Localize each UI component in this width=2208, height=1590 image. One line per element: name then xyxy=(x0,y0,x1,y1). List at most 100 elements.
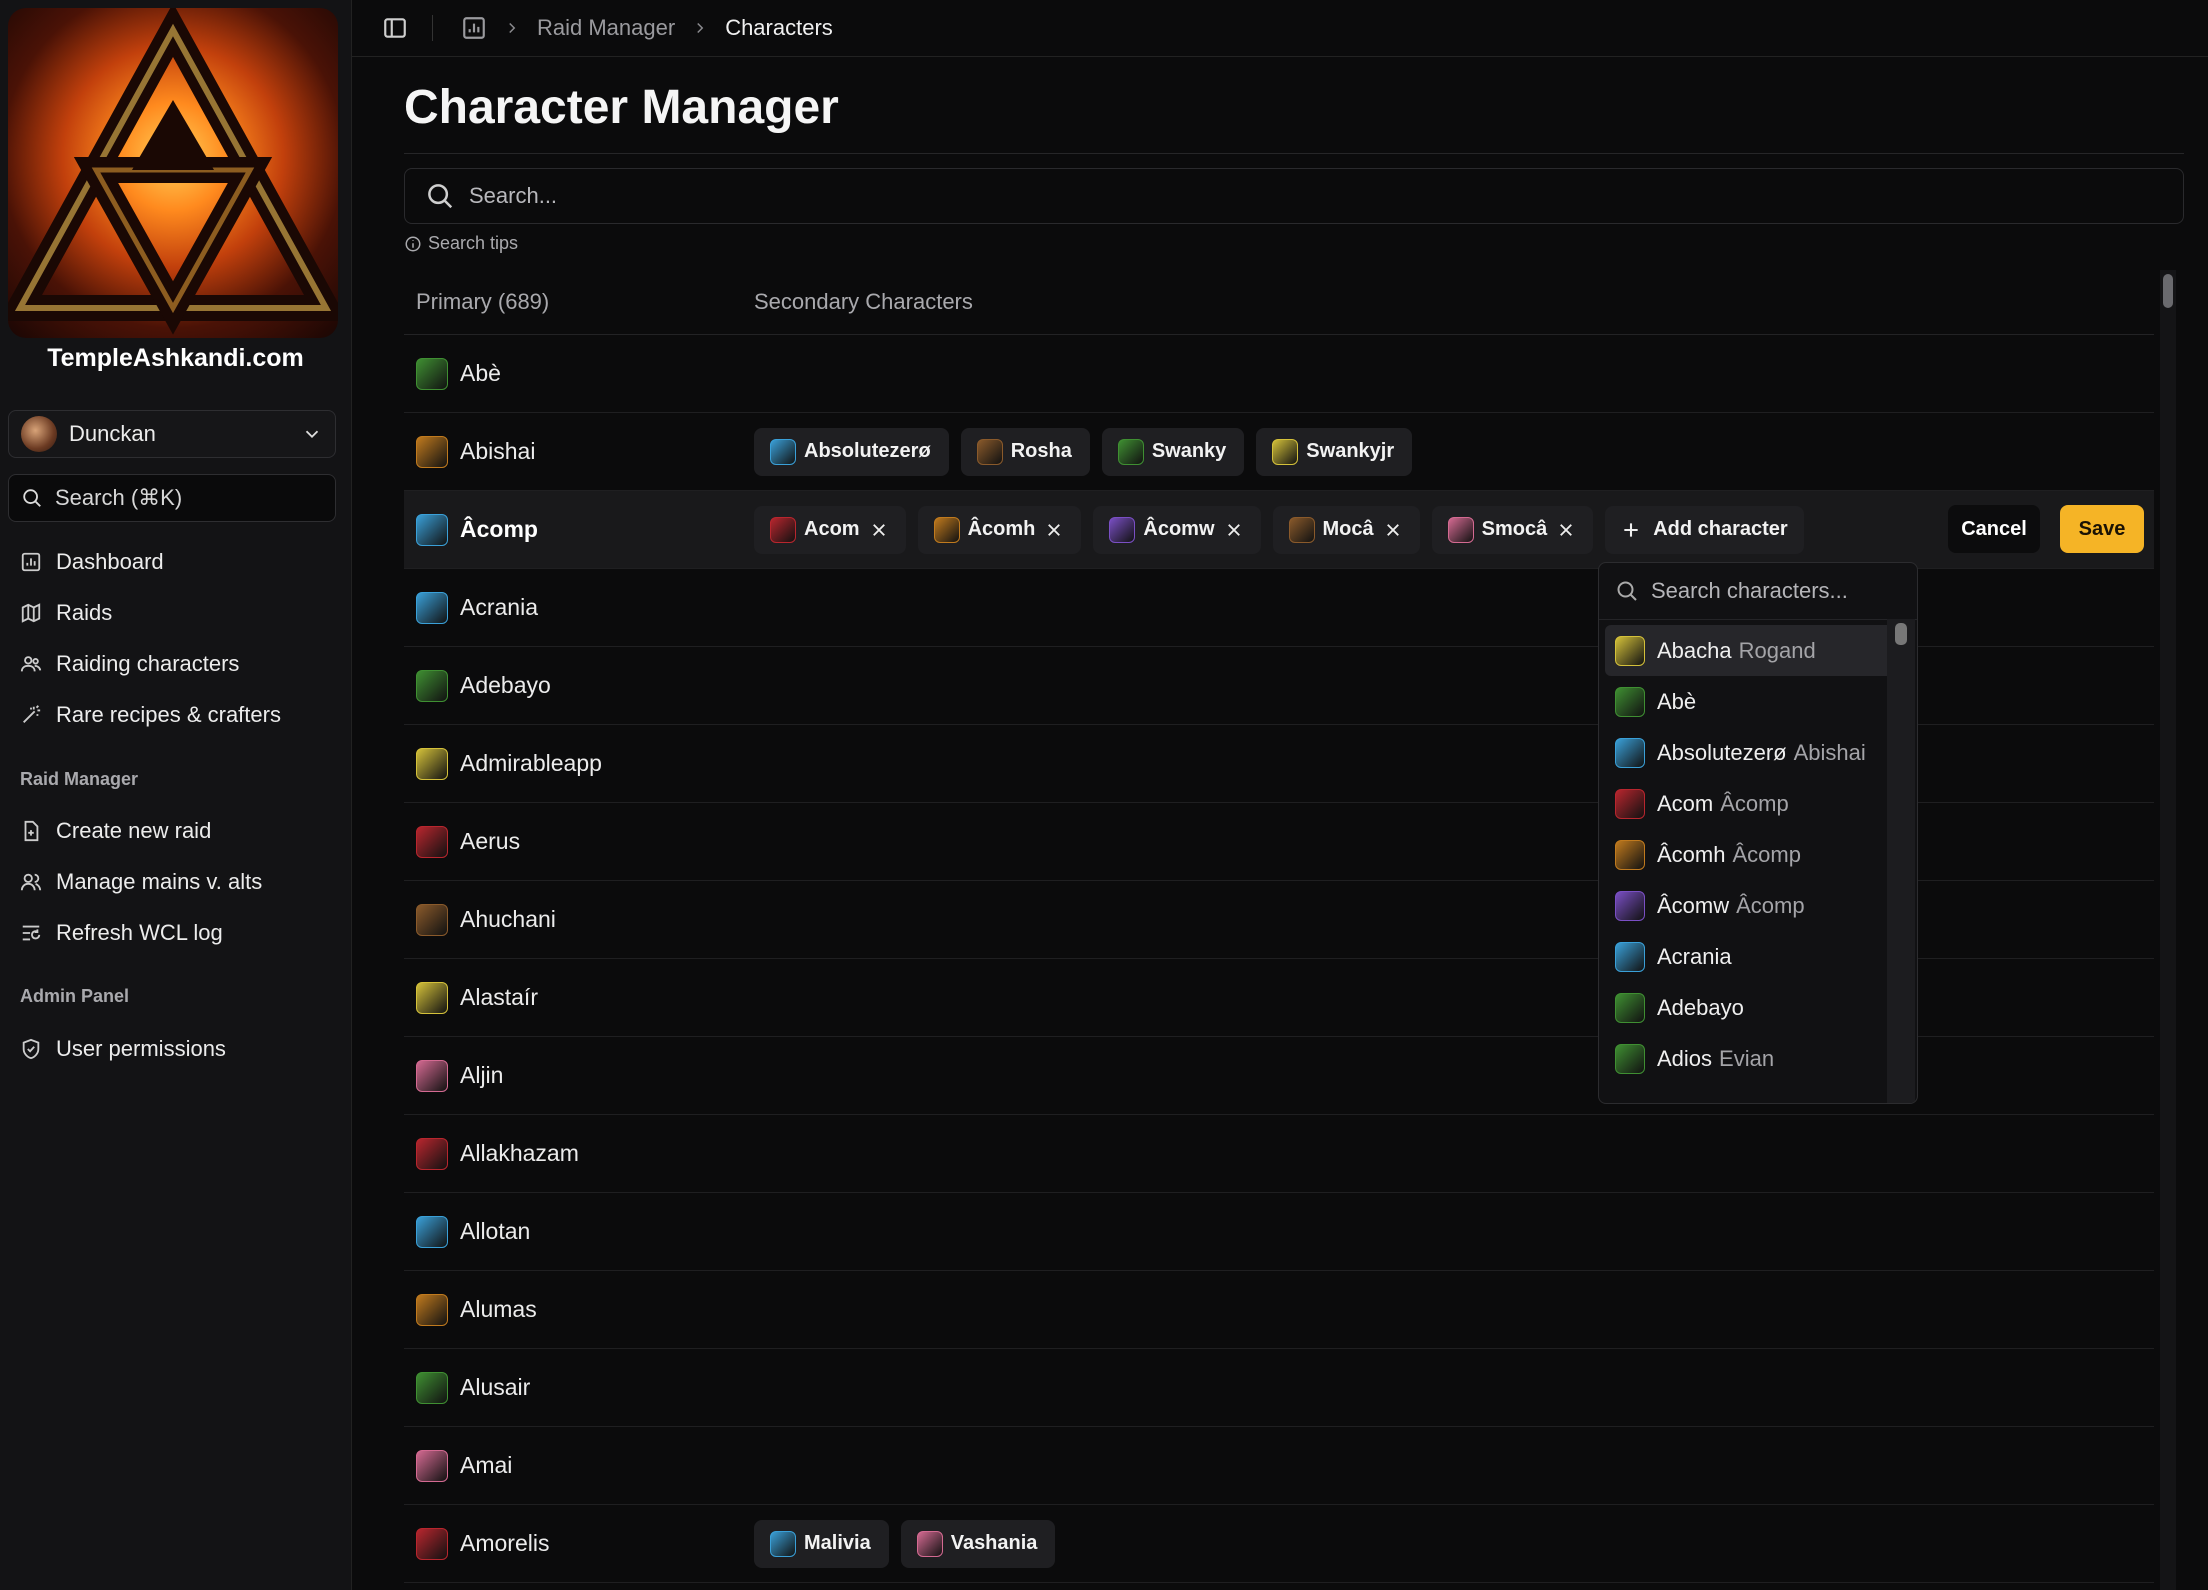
primary-name: Amai xyxy=(460,1452,513,1478)
close-icon[interactable] xyxy=(1045,521,1063,539)
search-tips-label: Search tips xyxy=(428,233,519,253)
deathknight-class-icon xyxy=(416,1137,448,1170)
search-icon xyxy=(23,489,41,507)
primary-name: Âcomp xyxy=(460,516,538,542)
sidebar-item-label: Raiding characters xyxy=(56,651,240,676)
scrollbar-thumb[interactable] xyxy=(2163,274,2173,308)
secondary-chip[interactable]: Swankyjr xyxy=(1256,427,1413,476)
sidebar-toggle-icon[interactable] xyxy=(382,15,408,41)
dropdown-option[interactable]: Absolutezerø Abishai xyxy=(1605,727,1893,778)
search-tips[interactable]: Search tips xyxy=(404,233,518,254)
dropdown-option[interactable]: Adios Evian xyxy=(1605,1033,1893,1084)
option-main-name: Âcomp xyxy=(1720,790,1789,816)
secondary-chip[interactable]: Âcomw xyxy=(1093,505,1261,554)
chip-label: Malivia xyxy=(804,1532,871,1554)
user-switcher[interactable]: Dunckan xyxy=(8,410,336,458)
option-name: Adios xyxy=(1657,1045,1713,1071)
avatar xyxy=(21,416,57,452)
save-button[interactable]: Save xyxy=(2060,505,2144,553)
scrollbar[interactable] xyxy=(2160,270,2176,1590)
sidebar: TempleAshkandi.com Dunckan Search (⌘K) D… xyxy=(0,0,352,1590)
chart-icon[interactable] xyxy=(461,15,487,41)
mage-class-icon xyxy=(1615,737,1645,768)
secondary-chip[interactable]: Acom xyxy=(754,505,906,554)
dropdown-option[interactable]: Acom Âcomp xyxy=(1605,778,1893,829)
sidebar-item-manage-mains[interactable]: Manage mains v. alts xyxy=(20,862,262,902)
secondary-chip[interactable]: Absolutezerø xyxy=(754,427,949,476)
secondary-cell: Absolutezerø Rosha Swanky Swankyjr xyxy=(754,427,1413,476)
dropdown-search-input[interactable]: Search characters... xyxy=(1599,563,1917,620)
sidebar-search[interactable]: Search (⌘K) xyxy=(8,474,336,522)
primary-header: Primary (689) xyxy=(416,289,550,314)
secondary-chip[interactable]: Malivia xyxy=(754,1519,889,1568)
dropdown-option[interactable]: Âcomh Âcomp xyxy=(1605,829,1893,880)
site-name: TempleAshkandi.com xyxy=(47,344,304,372)
sidebar-item-refresh-wcl[interactable]: Refresh WCL log xyxy=(20,913,223,953)
table-row[interactable]: Amai xyxy=(404,1427,2154,1505)
primary-name: Alumas xyxy=(460,1296,537,1322)
druid-class-icon xyxy=(416,1293,448,1326)
sidebar-item-create-raid[interactable]: Create new raid xyxy=(20,811,211,851)
option-name: Âcomw xyxy=(1657,892,1730,918)
secondary-chip[interactable]: Rosha xyxy=(960,427,1090,476)
chip-label: Acom xyxy=(804,518,860,540)
mage-class-icon xyxy=(416,513,448,546)
dropdown-scrollbar[interactable] xyxy=(1887,619,1915,1103)
secondary-chip[interactable]: Smocâ xyxy=(1431,505,1594,554)
table-row[interactable]: Amorelis Malivia Vashania xyxy=(404,1505,2154,1583)
warrior-class-icon xyxy=(416,903,448,936)
option-main-name: Âcomp xyxy=(1732,841,1801,867)
table-row[interactable]: Alusair xyxy=(404,1349,2154,1427)
sidebar-item-rare-recipes[interactable]: Rare recipes & crafters xyxy=(20,695,281,735)
warrior-class-icon xyxy=(1288,516,1315,543)
sidebar-item-label: Rare recipes & crafters xyxy=(56,702,281,727)
table-row[interactable]: Allotan xyxy=(404,1193,2154,1271)
user-name: Dunckan xyxy=(69,421,156,446)
table-row[interactable]: Abishai Absolutezerø Rosha Swanky Swankyjr xyxy=(404,413,2154,491)
site-logo[interactable] xyxy=(8,8,338,338)
sidebar-item-raids[interactable]: Raids xyxy=(20,593,112,633)
close-icon[interactable] xyxy=(1557,521,1575,539)
breadcrumb: Raid Manager Characters xyxy=(352,0,2208,57)
add-character-button[interactable]: Add character xyxy=(1605,505,1804,554)
table-row[interactable]: Allakhazam xyxy=(404,1115,2154,1193)
info-icon xyxy=(405,236,421,251)
druid-class-icon xyxy=(416,435,448,468)
dropdown-scrollbar-thumb[interactable] xyxy=(1895,623,1907,645)
table-row[interactable]: Abè xyxy=(404,335,2154,413)
dropdown-option[interactable]: Âcomw Âcomp xyxy=(1605,880,1893,931)
secondary-chip[interactable]: Vashania xyxy=(900,1519,1056,1568)
primary-cell: Âcomp xyxy=(404,513,754,546)
secondary-chip[interactable]: Mocâ xyxy=(1272,505,1420,554)
secondary-chip[interactable]: Âcomh xyxy=(917,505,1082,554)
chip-label: Absolutezerø xyxy=(804,440,931,462)
dropdown-option[interactable]: Abè xyxy=(1605,676,1893,727)
secondary-cell: Acom Âcomh Âcomw Mocâ Smocâ Add character xyxy=(754,505,1804,554)
secondary-chip[interactable]: Swanky xyxy=(1101,427,1245,476)
table-row[interactable]: Alumas xyxy=(404,1271,2154,1349)
close-icon[interactable] xyxy=(1384,521,1402,539)
primary-name: Admirableapp xyxy=(460,750,602,776)
sidebar-item-dashboard[interactable]: Dashboard xyxy=(20,542,164,582)
hunter-class-icon xyxy=(1615,1043,1645,1074)
close-icon[interactable] xyxy=(870,521,888,539)
primary-cell: Amorelis xyxy=(404,1527,754,1560)
option-name: Absolutezerø xyxy=(1657,739,1787,765)
cancel-button[interactable]: Cancel xyxy=(1948,505,2040,553)
option-name: Acrania xyxy=(1657,943,1732,969)
druid-class-icon xyxy=(1615,839,1645,870)
dropdown-option[interactable]: Abacha Rogand xyxy=(1605,625,1893,676)
primary-name: Abè xyxy=(460,360,501,386)
close-icon[interactable] xyxy=(1225,521,1243,539)
table-row[interactable]: Âcomp Cancel Save Acom Âcomh Âcomw Mocâ Smocâ Ad… xyxy=(404,491,2154,569)
breadcrumb-raid-manager[interactable]: Raid Manager xyxy=(537,15,675,41)
dropdown-option[interactable]: Adebayo xyxy=(1605,982,1893,1033)
character-search-input[interactable]: Search... xyxy=(404,168,2184,224)
breadcrumb-characters: Characters xyxy=(725,15,833,40)
sidebar-item-user-permissions[interactable]: User permissions xyxy=(20,1029,226,1069)
divider xyxy=(404,153,2184,154)
dropdown-option[interactable]: Acrania xyxy=(1605,931,1893,982)
primary-name: Acrania xyxy=(460,594,538,620)
primary-cell: Ahuchani xyxy=(404,903,754,936)
sidebar-item-raiding-characters[interactable]: Raiding characters xyxy=(20,644,239,684)
